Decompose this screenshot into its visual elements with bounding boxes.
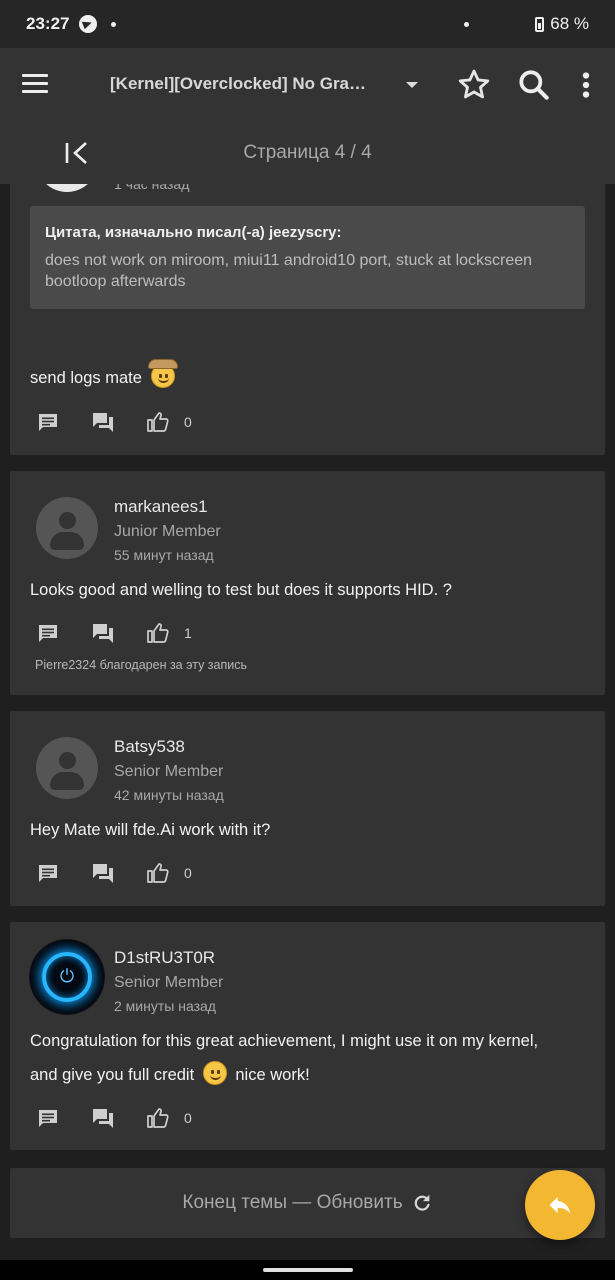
post-time: 2 минуты назад [114,998,216,1014]
menu-icon[interactable] [22,74,48,94]
post-card: ⏻ D1stRU3T0R Senior Member 2 минуты наза… [10,922,605,1150]
end-of-thread-label: Конец темы — Обновить [182,1192,403,1213]
home-gesture-handle[interactable] [263,1268,353,1272]
user-rank: Senior Member [114,763,224,780]
thumb-up-icon[interactable] [146,1106,170,1130]
post-message: Hey Mate will fde.Ai work with it? [30,821,271,839]
cowboy-emoji-icon [147,359,178,388]
username[interactable]: D1stRU3T0R [114,948,215,968]
forum-icon[interactable] [91,861,115,885]
thanks-note[interactable]: Pierre2324 благодарен за эту запись [35,658,247,672]
post-actions: 1 [36,621,192,645]
avatar[interactable]: ⏻ [30,940,104,1014]
post-message-text: nice work! [235,1066,310,1084]
username[interactable]: Batsy538 [114,737,185,757]
post-actions: 0 [36,410,192,434]
forum-icon[interactable] [91,410,115,434]
battery-icon [535,16,545,32]
comment-icon[interactable] [36,410,60,434]
telegram-icon [79,15,98,33]
user-rank: Junior Member [114,523,221,540]
comment-icon[interactable] [36,1106,60,1130]
post-actions: 0 [36,1106,192,1130]
thumb-up-icon[interactable] [146,861,170,885]
post-message-text: send logs mate [30,369,142,387]
comment-icon[interactable] [36,621,60,645]
post-message-text: and give you full credit [30,1066,195,1084]
comment-icon[interactable] [36,861,60,885]
post-list[interactable]: 1 час назад Цитата, изначально писал(-а)… [0,184,615,1260]
quote-text: does not work on miroom, miui11 android1… [45,252,533,290]
chevron-down-icon[interactable] [406,82,418,88]
like-count: 0 [184,1110,192,1126]
smile-emoji-icon [202,1061,227,1085]
avatar[interactable] [36,184,98,192]
page-navigator: Страница 4 / 4 [0,122,615,184]
thumb-up-icon[interactable] [146,410,170,434]
like-count: 0 [184,865,192,881]
username[interactable]: markanees1 [114,497,208,517]
status-bar: 23:27 68 % [0,0,615,48]
status-time: 23:27 [26,14,70,33]
notification-dot-icon [464,21,470,27]
like-count: 1 [184,625,192,641]
post-message-line: Congratulation for this great achievemen… [30,1032,539,1050]
post-time: 1 час назад [114,184,190,192]
post-message: Congratulation for this great achievemen… [30,1024,585,1092]
post-time: 42 минуты назад [114,787,224,803]
notification-dot-icon [111,21,117,27]
page-indicator[interactable]: Страница 4 / 4 [0,142,615,164]
refresh-icon [414,1194,430,1211]
avatar[interactable] [36,497,98,559]
search-icon[interactable] [515,66,553,104]
post-card: Batsy538 Senior Member 42 минуты назад H… [10,711,605,906]
quote-header: Цитата, изначально писал(-а) jeezyscry: [45,224,342,241]
reply-icon [549,1196,571,1214]
battery-level: 68 % [550,14,589,33]
post-card: markanees1 Junior Member 55 минут назад … [10,471,605,695]
post-message: send logs mate [30,359,585,395]
post-time: 55 минут назад [114,547,214,563]
post-message-line: and give you full credit nice work! [30,1058,585,1092]
thread-title[interactable]: [Kernel][Overclocked] No Gravity [110,74,372,94]
forum-icon[interactable] [91,1106,115,1130]
thumb-up-icon[interactable] [146,621,170,645]
reply-button[interactable] [525,1170,595,1240]
star-icon[interactable] [455,66,493,104]
more-vert-icon[interactable] [567,66,605,104]
system-nav-bar [0,1260,615,1280]
post-card: 1 час назад Цитата, изначально писал(-а)… [10,184,605,455]
quote-block: Цитата, изначально писал(-а) jeezyscry: … [30,206,585,309]
end-of-thread-refresh[interactable]: Конец темы — Обновить [10,1168,605,1238]
forum-icon[interactable] [91,621,115,645]
user-rank: Senior Member [114,974,224,991]
avatar[interactable] [36,737,98,799]
app-toolbar: [Kernel][Overclocked] No Gravity [0,48,615,122]
like-count: 0 [184,414,192,430]
post-message: Looks good and welling to test but does … [30,581,452,599]
power-icon: ⏻ [59,966,75,986]
post-actions: 0 [36,861,192,885]
